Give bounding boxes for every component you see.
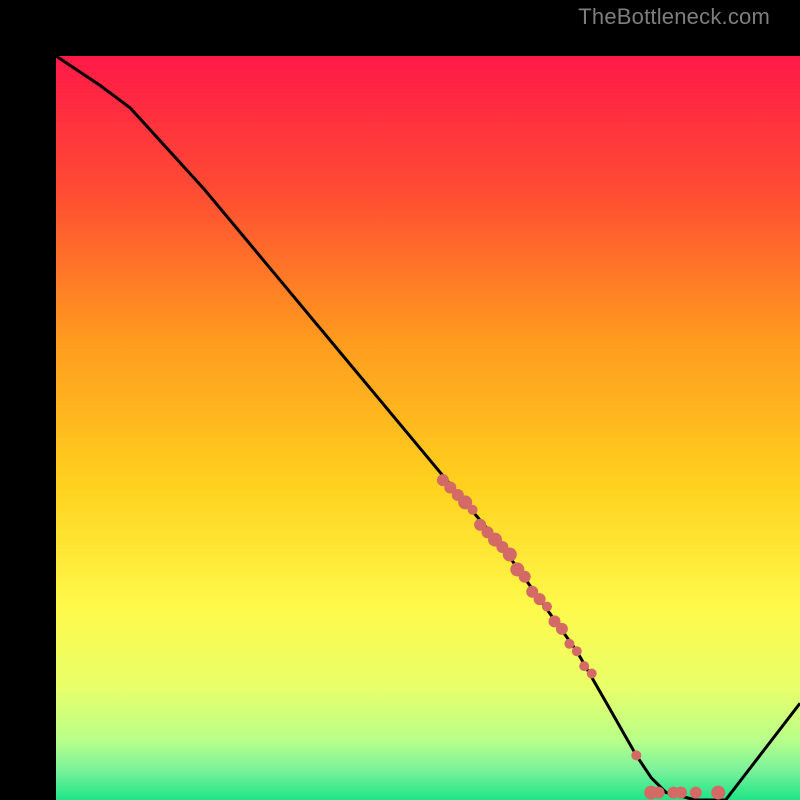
data-point xyxy=(711,786,725,800)
gradient-bg xyxy=(56,56,800,800)
data-point xyxy=(653,787,665,799)
data-point xyxy=(519,571,531,583)
data-point xyxy=(556,623,568,635)
data-point xyxy=(542,602,552,612)
data-point xyxy=(631,750,641,760)
data-point xyxy=(564,639,574,649)
data-point xyxy=(675,787,687,799)
watermark-text: TheBottleneck.com xyxy=(578,4,770,30)
data-point xyxy=(572,646,582,656)
data-point xyxy=(587,669,597,679)
plot-area xyxy=(28,28,772,772)
data-point xyxy=(503,548,517,562)
data-point xyxy=(690,787,702,799)
chart-svg xyxy=(56,56,800,800)
data-point xyxy=(468,505,478,515)
data-point xyxy=(579,661,589,671)
